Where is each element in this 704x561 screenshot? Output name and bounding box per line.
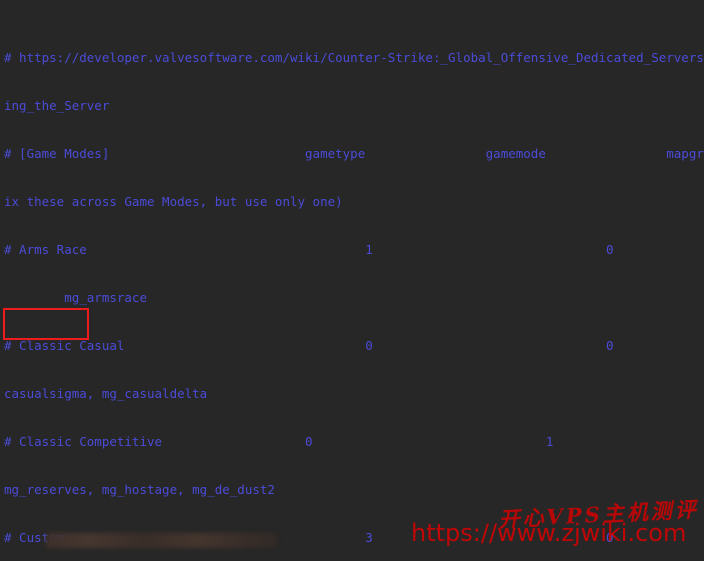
comment-text: mg_armsrace [4,290,147,305]
code-line-classic-casual: # Classic Casual 0 0 mg_ [4,338,704,354]
comment-text: # https://developer.valvesoftware.com/wi… [4,50,704,65]
comment-text: mg_reserves, mg_hostage, mg_de_dust2 [4,482,275,497]
code-line-gamemodes-header: # [Game Modes] gametype gamemode mapgrou… [4,146,704,162]
comment-text: # Classic Casual 0 0 mg_ [4,338,614,353]
code-line-comment-url-1: # https://developer.valvesoftware.com/wi… [4,50,704,66]
comment-text: ing_the_Server [4,98,110,113]
comment-text: # [Game Modes] gametype gamemode mapgrou… [4,146,704,161]
code-line-custom: # Custom 3 0 [4,530,704,546]
code-line-classic-competitive-wrap: mg_reserves, mg_hostage, mg_de_dust2 [4,482,704,498]
comment-text: # Arms Race 1 0 [4,242,614,257]
code-line-arms-race: # Arms Race 1 0 [4,242,704,258]
code-line-gamemodes-header-wrap: ix these across Game Modes, but use only… [4,194,704,210]
comment-text: # Classic Competitive 0 1 mg_active, [4,434,554,449]
code-line-arms-race-wrap: mg_armsrace [4,290,704,306]
comment-text: casualsigma, mg_casualdelta [4,386,208,401]
comment-text: # Custom 3 0 [4,530,614,545]
editor-buffer[interactable]: # https://developer.valvesoftware.com/wi… [0,0,704,561]
terminal-window[interactable]: # https://developer.valvesoftware.com/wi… [0,0,704,561]
code-line-comment-url-2: ing_the_Server [4,98,704,114]
code-line-classic-competitive: # Classic Competitive 0 1 mg_active, [4,434,704,450]
code-line-classic-casual-wrap: casualsigma, mg_casualdelta [4,386,704,402]
comment-text: ix these across Game Modes, but use only… [4,194,343,209]
